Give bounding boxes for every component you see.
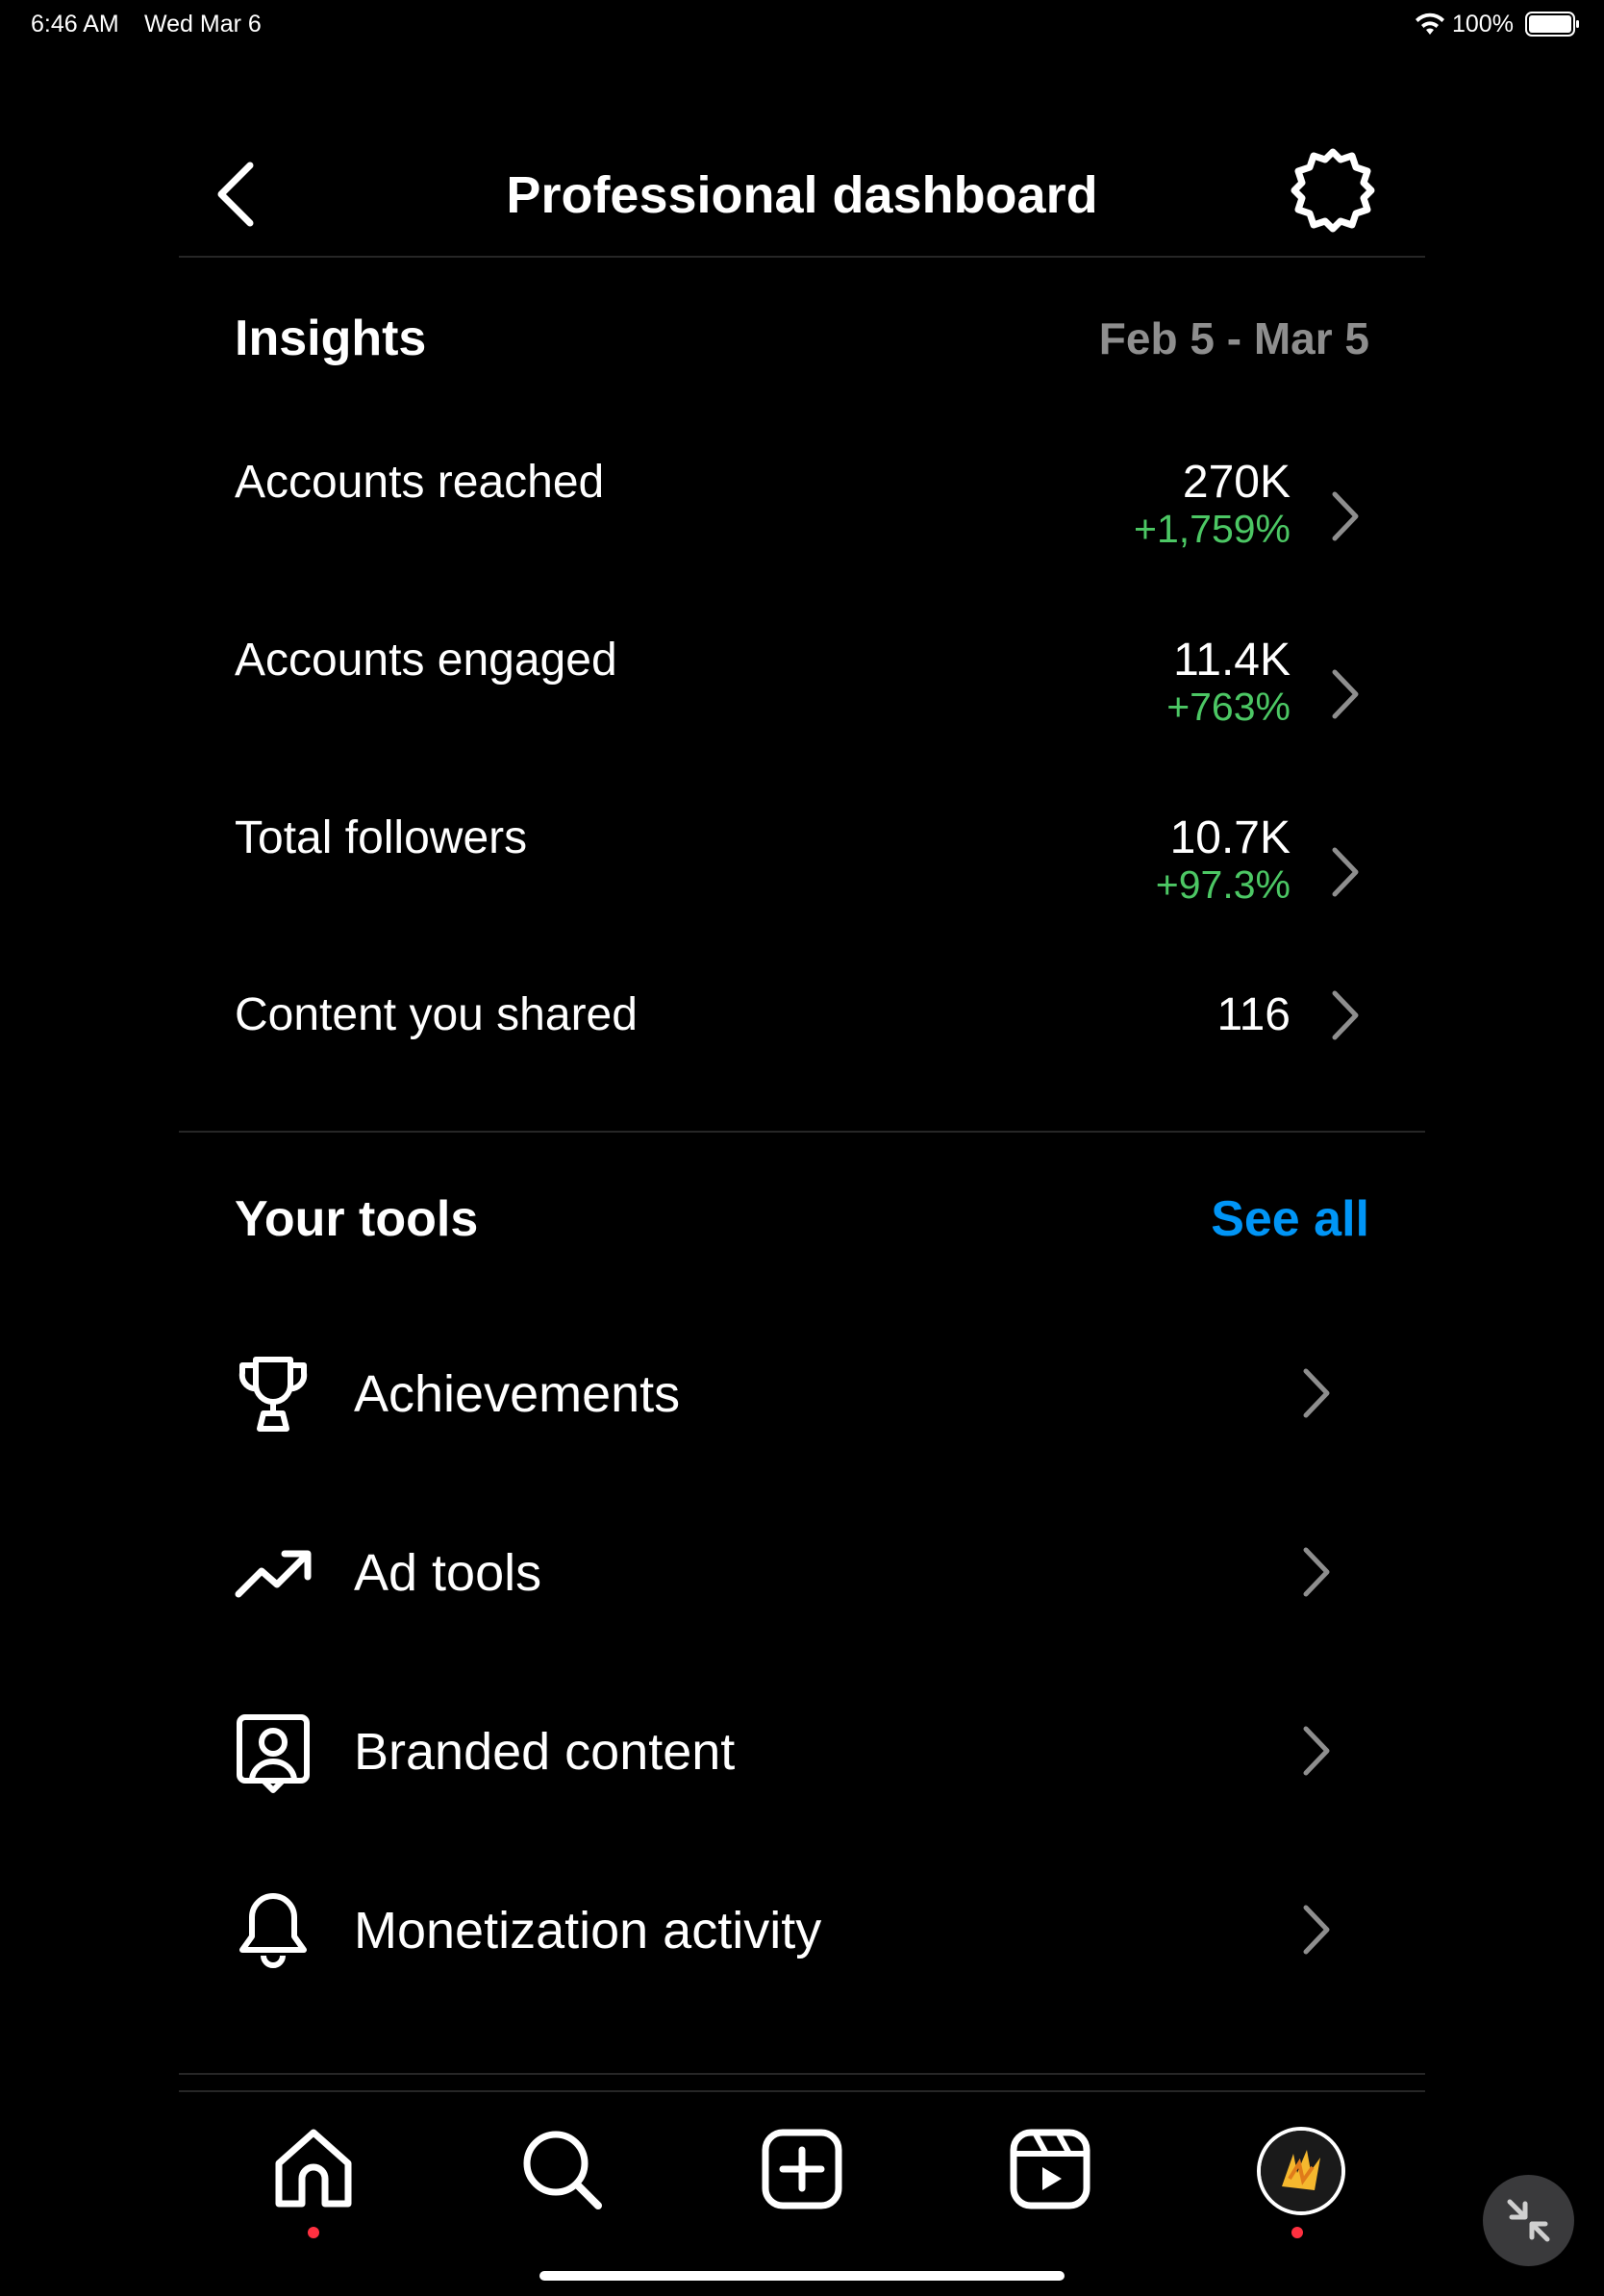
chevron-right-icon <box>1303 1368 1330 1418</box>
metric-value: 116 <box>1216 989 1291 1040</box>
metric-label: Accounts reached <box>235 457 605 508</box>
tools-header: Your tools See all <box>235 1181 1369 1258</box>
tool-label: Monetization activity <box>354 1902 822 1959</box>
tab-reels[interactable] <box>1002 2121 1098 2217</box>
status-time: 6:46 AM <box>31 11 119 37</box>
home-indicator[interactable] <box>539 2271 1065 2281</box>
trophy-icon <box>238 1357 308 1432</box>
reels-icon <box>1010 2129 1090 2209</box>
tool-label: Branded content <box>354 1723 736 1781</box>
metric-label: Total followers <box>235 812 528 863</box>
insights-date-range[interactable]: Feb 5 - Mar 5 <box>1099 300 1369 377</box>
battery-percent: 100% <box>1452 11 1514 37</box>
chevron-right-icon <box>1303 1726 1330 1776</box>
status-bar: 6:46 AM Wed Mar 6 100% <box>0 0 1604 46</box>
section-divider <box>179 2073 1425 2075</box>
insights-title: Insights <box>235 311 427 366</box>
battery-icon <box>1525 12 1579 37</box>
metric-label: Content you shared <box>235 989 638 1040</box>
settings-button[interactable] <box>1285 142 1381 238</box>
chevron-right-icon <box>1332 669 1359 719</box>
tab-home[interactable] <box>265 2121 362 2217</box>
collapse-arrows-icon <box>1507 2199 1550 2242</box>
minimize-button[interactable] <box>1483 2175 1574 2266</box>
user-card-icon <box>237 1714 310 1793</box>
tool-label: Ad tools <box>354 1544 542 1602</box>
tool-row-achievements[interactable]: Achievements <box>235 1336 1341 1452</box>
metric-change: +97.3% <box>1155 862 1291 907</box>
tab-create[interactable] <box>754 2121 850 2217</box>
section-divider <box>179 1131 1425 1133</box>
chevron-right-icon <box>1332 491 1359 541</box>
see-all-link[interactable]: See all <box>1211 1181 1369 1258</box>
metric-row-total-followers[interactable]: Total followers 10.7K +97.3% <box>235 798 1369 942</box>
tool-row-branded-content[interactable]: Branded content <box>235 1694 1341 1809</box>
metric-row-accounts-engaged[interactable]: Accounts engaged 11.4K +763% <box>235 620 1369 764</box>
create-icon <box>762 2129 842 2209</box>
tab-profile-avatar[interactable] <box>1257 2127 1345 2215</box>
chevron-right-icon <box>1332 847 1359 897</box>
gear-icon <box>1291 148 1375 233</box>
bell-icon <box>239 1893 307 1968</box>
insights-header: Insights Feb 5 - Mar 5 <box>235 300 1369 377</box>
profile-avatar-image <box>1261 2131 1341 2211</box>
metric-change: +1,759% <box>1134 507 1291 551</box>
chevron-right-icon <box>1303 1547 1330 1597</box>
tools-title: Your tools <box>235 1191 479 1247</box>
tab-search[interactable] <box>514 2121 610 2217</box>
search-icon <box>523 2131 602 2209</box>
page-title: Professional dashboard <box>506 166 1098 224</box>
chevron-right-icon <box>1303 1905 1330 1955</box>
header: Professional dashboard <box>179 133 1425 258</box>
tab-bar <box>179 2090 1425 2238</box>
chevron-right-icon <box>1332 990 1359 1040</box>
home-icon <box>275 2129 352 2208</box>
metric-label: Accounts engaged <box>235 635 617 686</box>
profile-notification-dot <box>1291 2227 1303 2238</box>
metric-change: +763% <box>1166 685 1291 729</box>
trending-up-icon <box>235 1550 312 1598</box>
status-date: Wed Mar 6 <box>144 11 262 37</box>
metric-row-content-shared[interactable]: Content you shared 116 <box>235 975 1369 1056</box>
tool-label: Achievements <box>354 1365 681 1423</box>
metric-row-accounts-reached[interactable]: Accounts reached 270K +1,759% <box>235 442 1369 586</box>
wifi-icon <box>1416 12 1444 35</box>
home-notification-dot <box>308 2227 319 2238</box>
tool-row-ad-tools[interactable]: Ad tools <box>235 1515 1341 1631</box>
tool-row-monetization-activity[interactable]: Monetization activity <box>235 1873 1341 1988</box>
